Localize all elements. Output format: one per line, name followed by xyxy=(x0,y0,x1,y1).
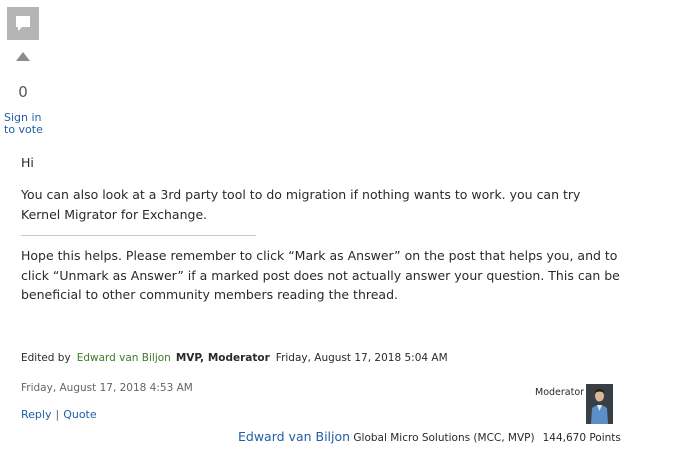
author-points: 144,670 Points xyxy=(542,432,621,444)
reply-link[interactable]: Reply xyxy=(21,408,51,421)
author-affiliation: Global Micro Solutions (MCC, MVP) xyxy=(353,432,535,444)
edited-author-link[interactable]: Edward van Biljon xyxy=(77,352,171,364)
author-name-link[interactable]: Edward van Biljon xyxy=(238,429,350,444)
avatar[interactable] xyxy=(586,384,613,424)
post-greeting: Hi xyxy=(21,155,34,170)
action-separator: | xyxy=(55,408,60,421)
post-message: You can also look at a 3rd party tool to… xyxy=(21,187,581,222)
vote-count: 0 xyxy=(18,83,28,101)
author-line: Edward van Biljon Global Micro Solutions… xyxy=(238,429,621,444)
signature-divider xyxy=(21,235,256,236)
post-signature: Hope this helps. Please remember to clic… xyxy=(21,248,620,302)
edited-info: Edited by Edward van Biljon MVP, Moderator… xyxy=(21,352,448,364)
edited-prefix: Edited by xyxy=(21,352,71,364)
moderator-badge: Moderator xyxy=(535,387,585,398)
quote-link[interactable]: Quote xyxy=(63,408,96,421)
edited-date: Friday, August 17, 2018 5:04 AM xyxy=(275,352,448,364)
edited-author-roles: MVP, Moderator xyxy=(175,352,270,364)
post-actions: Reply | Quote xyxy=(21,408,97,421)
post-date: Friday, August 17, 2018 4:53 AM xyxy=(21,382,193,394)
sign-in-to-vote-link[interactable]: Sign in to vote xyxy=(4,112,48,136)
vote-up-icon[interactable] xyxy=(16,52,30,61)
speech-bubble-icon xyxy=(7,7,39,40)
